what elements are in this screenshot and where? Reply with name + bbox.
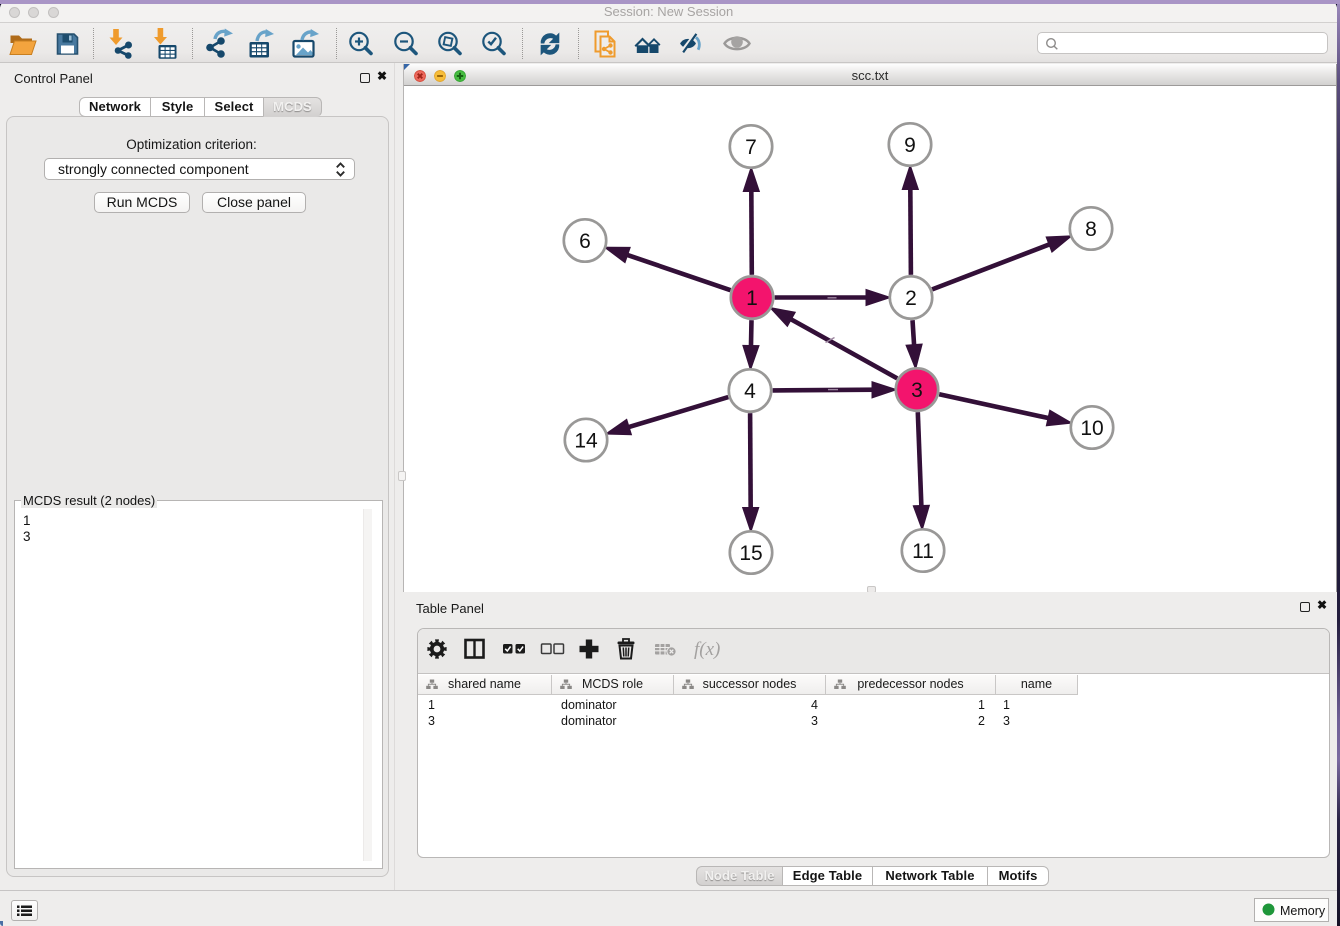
svg-text:15: 15 xyxy=(739,542,762,565)
svg-text:9: 9 xyxy=(904,134,916,157)
svg-text:3: 3 xyxy=(911,379,923,402)
svg-text:8: 8 xyxy=(1085,218,1097,241)
svg-text:f(x): f(x) xyxy=(694,639,720,660)
svg-text:10: 10 xyxy=(1080,417,1103,440)
svg-text:2: 2 xyxy=(905,287,917,310)
svg-text:11: 11 xyxy=(912,540,934,563)
svg-text:14: 14 xyxy=(574,430,598,453)
svg-text:7: 7 xyxy=(745,136,757,159)
svg-text:1: 1 xyxy=(746,287,758,310)
svg-text:4: 4 xyxy=(744,380,756,403)
svg-text:6: 6 xyxy=(579,230,591,253)
